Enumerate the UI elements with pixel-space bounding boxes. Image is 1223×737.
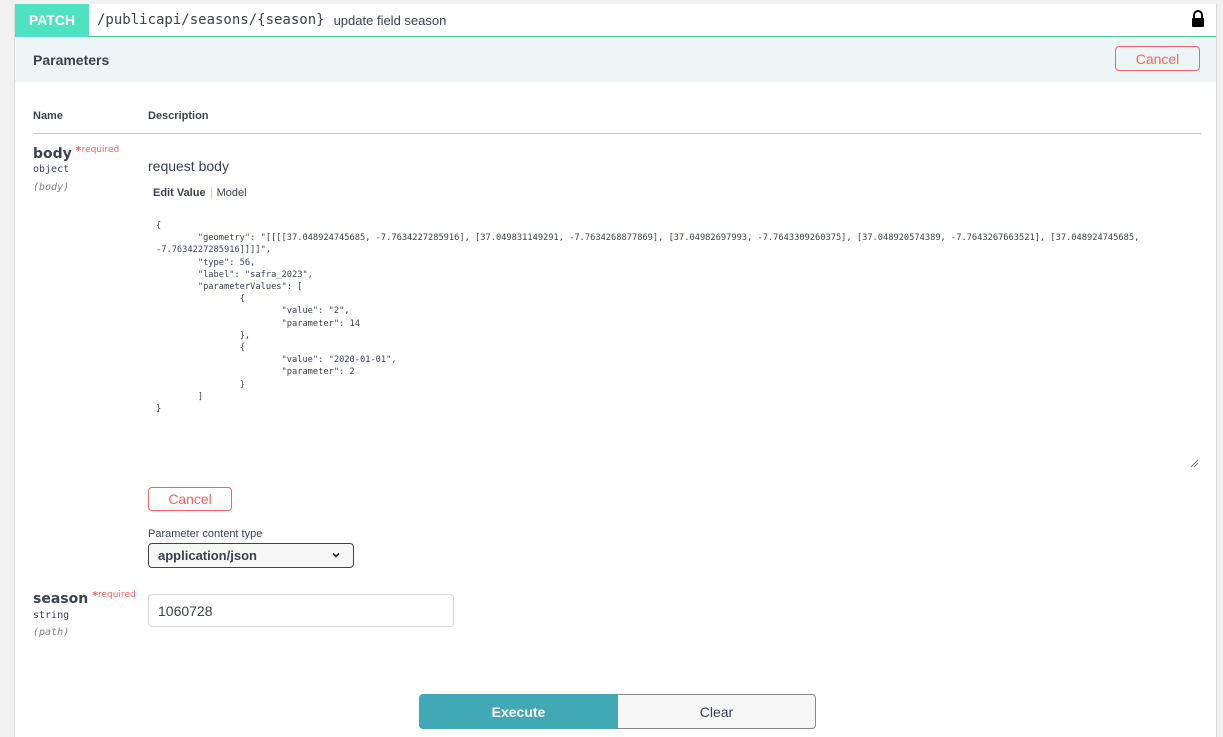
tab-model[interactable]: Model [217, 187, 247, 199]
lock-icon[interactable] [1190, 10, 1206, 28]
column-header-name: Name [33, 110, 63, 122]
content-type-value: application/json [158, 548, 257, 563]
clear-button[interactable]: Clear [618, 694, 816, 729]
http-method-badge: PATCH [15, 3, 89, 37]
execute-button[interactable]: Execute [419, 694, 618, 729]
request-body-editor[interactable] [148, 216, 1203, 472]
execute-actions: Execute Clear [419, 694, 816, 729]
parameters-header: Parameters Cancel [15, 37, 1216, 82]
content-type-label: Parameter content type [148, 528, 263, 540]
operation-summary[interactable]: PATCH /publicapi/seasons/{season} update… [15, 3, 1216, 37]
try-out-cancel-button[interactable]: Cancel [1115, 46, 1200, 71]
column-header-description: Description [148, 110, 209, 122]
param-in-body: (body) [33, 182, 70, 193]
operation-description: update field season [333, 12, 447, 28]
tab-edit-value[interactable]: Edit Value [153, 187, 206, 199]
param-name-body: body *required [33, 144, 119, 162]
content-type-select[interactable]: application/json [148, 543, 354, 568]
parameters-title: Parameters [33, 51, 110, 68]
season-input[interactable] [148, 594, 454, 627]
param-type-body: object [33, 164, 70, 175]
resize-handle-icon[interactable] [1189, 458, 1199, 468]
param-name-text: season [33, 591, 89, 607]
param-in-season: (path) [33, 627, 70, 638]
header-divider [33, 133, 1201, 134]
body-cancel-button[interactable]: Cancel [148, 487, 232, 511]
tab-divider [210, 187, 212, 199]
body-description: request body [148, 158, 229, 174]
endpoint-path: /publicapi/seasons/{season} [97, 12, 325, 28]
param-name-text: body [33, 146, 72, 162]
param-type-season: string [33, 610, 70, 621]
body-tabs: Edit Value Model [153, 187, 247, 199]
required-label: required [97, 590, 136, 600]
param-name-season: season *required [33, 589, 136, 607]
chevron-down-icon [332, 552, 340, 558]
operation-block: PATCH /publicapi/seasons/{season} update… [14, 3, 1217, 737]
required-label: required [81, 145, 120, 155]
